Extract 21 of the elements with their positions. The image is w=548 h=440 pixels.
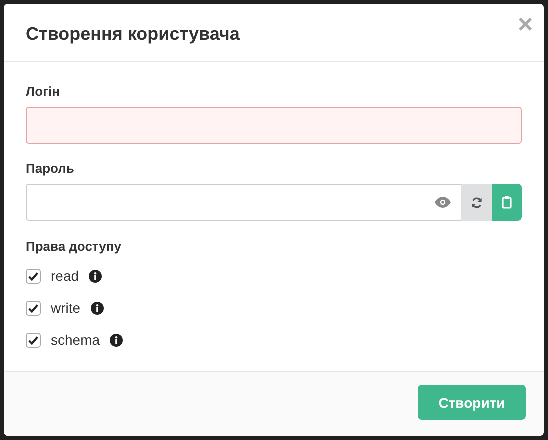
info-icon[interactable] [110,334,124,346]
refresh-icon [470,196,482,208]
checkbox-label: write [51,300,81,316]
refresh-button[interactable] [461,184,492,221]
info-icon[interactable] [89,270,102,282]
checkbox[interactable] [26,300,41,316]
field-label: Логін [26,84,61,99]
dialog-title: Створення користувача [26,24,240,45]
checkbox-label: read [51,268,80,284]
checkbox-label: schema [51,332,100,348]
field-label: Пароль [26,161,76,176]
create-button[interactable]: Створити [418,385,526,420]
login-field[interactable] [26,107,522,144]
password-field[interactable] [26,184,461,221]
section-label: Права доступу [26,239,122,254]
checkbox[interactable] [26,332,41,348]
info-icon[interactable] [90,302,104,314]
eye-icon[interactable] [435,197,451,208]
checkbox[interactable] [26,268,41,284]
clipboard-icon [502,196,512,209]
close-button[interactable]: × [518,11,533,37]
